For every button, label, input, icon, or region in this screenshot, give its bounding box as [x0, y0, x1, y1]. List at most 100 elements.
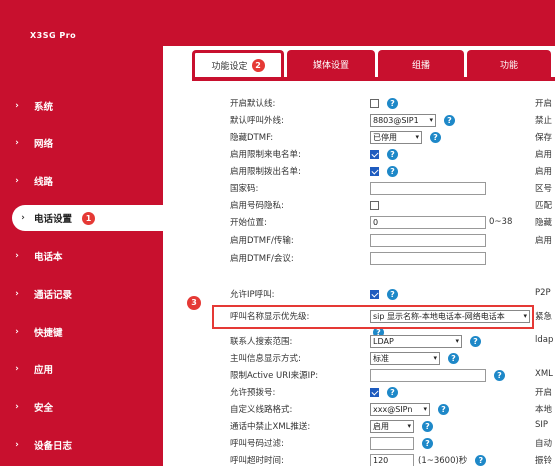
tab-underline [192, 77, 555, 81]
help-icon[interactable]: ? [387, 386, 398, 398]
setting-row: 国家码: [230, 180, 486, 196]
setting-label: 自定义线路格式: [230, 405, 293, 415]
help-icon[interactable]: ? [430, 131, 441, 143]
help-icon[interactable]: ? [387, 288, 398, 300]
chevron-right-icon: › [15, 364, 19, 374]
tab-media[interactable]: 媒体设置 [287, 50, 375, 78]
active-uri-ip-input[interactable] [370, 368, 486, 382]
setting-label: 允许IP呼叫: [230, 290, 275, 300]
setting-row: 启用DTMF/会议: [230, 250, 486, 266]
help-icon[interactable]: ? [494, 369, 505, 381]
range-hint: (1~3600)秒 [418, 456, 468, 466]
call-timeout-input[interactable]: 120 [370, 453, 414, 466]
sidebar-item-label: 通话记录 [34, 290, 73, 301]
allow-predial-checkbox[interactable] [370, 387, 379, 397]
sidebar-item-lines[interactable]: › 线路 [0, 168, 163, 194]
number-filter-input[interactable] [370, 436, 414, 450]
hide-dtmf-select[interactable]: 已停用 ▾ [370, 130, 422, 144]
right-label: 启用 [535, 150, 553, 160]
dtmf-transfer-input[interactable] [370, 233, 486, 247]
setting-label: 限制Active URI来源IP: [230, 371, 319, 381]
tab-multicast[interactable]: 组播 [378, 50, 464, 78]
dtmf-conference-input[interactable] [370, 251, 486, 265]
sidebar-item-network[interactable]: › 网络 [0, 130, 163, 156]
allow-ip-call-checkbox[interactable] [370, 289, 379, 299]
tab-label: 功能设定 [211, 62, 248, 72]
default-line-checkbox[interactable] [370, 98, 379, 108]
chevron-down-icon: ▾ [423, 405, 427, 413]
right-label: 启用 [535, 167, 553, 177]
help-icon[interactable]: ? [387, 165, 398, 177]
setting-row: 呼叫超时时间: 120 (1~3600)秒? [230, 452, 487, 466]
right-label: 隐藏 [535, 218, 553, 228]
setting-label: 允许预拨号: [230, 388, 276, 398]
sidebar-item-device-log[interactable]: › 设备日志 [0, 432, 163, 458]
setting-label: 国家码: [230, 184, 259, 194]
sidebar-item-label: 设备日志 [34, 441, 73, 452]
right-label: 区号 [535, 184, 553, 194]
xml-push-select[interactable]: 启用 ▾ [370, 419, 414, 433]
select-value: 8803@SIP1 [373, 115, 419, 125]
tab-label: 媒体设置 [312, 60, 349, 71]
outgoing-restrict-checkbox[interactable] [370, 166, 379, 176]
sidebar-item-apps[interactable]: › 应用 [0, 356, 163, 382]
country-code-input[interactable] [370, 181, 486, 195]
setting-row: 开启默认线:? [230, 95, 398, 111]
setting-label: 通话中禁止XML推送: [230, 422, 311, 432]
right-label: 本地 [535, 405, 553, 415]
chevron-right-icon: › [15, 251, 19, 261]
sidebar-item-label: 电话设置 [34, 214, 73, 225]
help-icon[interactable]: ? [444, 114, 455, 126]
right-label: 紧急 [535, 312, 553, 322]
select-value: xxx@SIPn [373, 404, 413, 414]
sidebar-item-label: 线路 [34, 177, 54, 188]
sidebar-item-phonebook[interactable]: › 电话本 [0, 243, 163, 269]
setting-row: 限制Active URI来源IP:? [230, 367, 505, 383]
contact-search-scope-select[interactable]: LDAP ▾ [370, 334, 462, 348]
setting-row: 自定义线路格式: xxx@SIPn ▾? [230, 401, 449, 417]
chevron-right-icon: › [15, 138, 19, 148]
number-privacy-checkbox[interactable] [370, 200, 379, 210]
setting-label: 呼叫超时时间: [230, 456, 284, 466]
help-icon[interactable]: ? [475, 454, 487, 466]
sidebar-item-call-log[interactable]: › 通话记录 [0, 281, 163, 307]
setting-label: 开启默认线: [230, 99, 276, 109]
help-icon[interactable]: ? [438, 403, 449, 415]
chevron-down-icon: ▾ [433, 354, 437, 362]
select-value: 启用 [373, 421, 389, 431]
help-icon[interactable]: ? [387, 148, 398, 160]
tab-functions[interactable]: 功能 [467, 50, 551, 78]
help-icon[interactable]: ? [387, 97, 398, 109]
default-outgoing-line-select[interactable]: 8803@SIP1 ▾ [370, 113, 436, 127]
setting-label: 启用限制拨出名单: [230, 167, 301, 177]
sidebar-item-label: 快捷键 [34, 328, 63, 339]
chevron-right-icon: › [15, 101, 19, 111]
sidebar-item-security[interactable]: › 安全 [0, 394, 163, 420]
sidebar-item-label: 网络 [34, 139, 54, 150]
setting-row: 允许预拨号:? [230, 384, 398, 400]
chevron-right-icon: › [15, 289, 19, 299]
custom-line-format-select[interactable]: xxx@SIPn ▾ [370, 402, 430, 416]
help-icon[interactable]: ? [422, 420, 433, 432]
sidebar-item-shortcuts[interactable]: › 快捷键 [0, 319, 163, 345]
sidebar-item-phone-settings[interactable]: › 电话设置 1 [12, 205, 163, 231]
right-label: SIP [535, 420, 549, 430]
start-position-input[interactable]: 0 [370, 215, 486, 229]
setting-label: 启用号码隐私: [230, 201, 284, 211]
help-icon[interactable]: ? [470, 335, 481, 347]
chevron-right-icon: › [15, 327, 19, 337]
tab-label: 功能 [499, 60, 518, 71]
chevron-right-icon: › [15, 176, 19, 186]
setting-row: 默认呼叫外线: 8803@SIP1 ▾? [230, 112, 455, 128]
chevron-down-icon: ▾ [429, 116, 433, 124]
help-icon[interactable]: ? [422, 437, 433, 449]
tab-features[interactable]: 功能设定 2 [192, 50, 284, 78]
right-label: 禁止 [535, 116, 553, 126]
sidebar-item-system[interactable]: › 系统 [0, 93, 163, 119]
setting-row: 主叫信息显示方式: 标准 ▾? [230, 350, 459, 366]
help-icon[interactable]: ? [448, 352, 459, 364]
tab-bar: 功能设定 2 媒体设置 组播 功能 [192, 50, 554, 78]
caller-info-display-select[interactable]: 标准 ▾ [370, 351, 440, 365]
sidebar-item-label: 安全 [34, 403, 54, 414]
incoming-restrict-checkbox[interactable] [370, 149, 379, 159]
